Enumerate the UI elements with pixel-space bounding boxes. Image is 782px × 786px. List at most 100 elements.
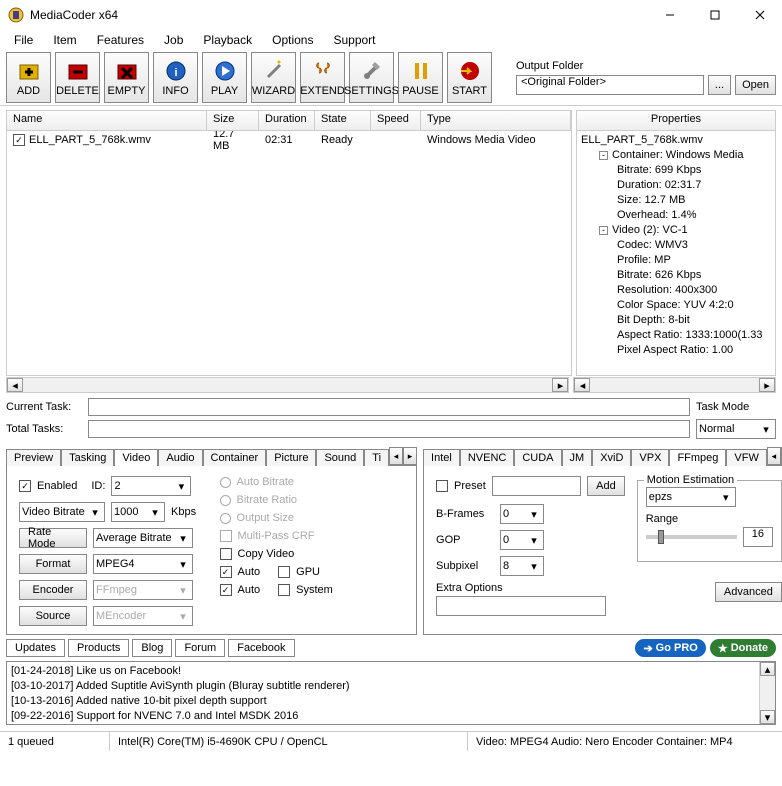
tab-scroll-left[interactable]: ◂ (389, 447, 403, 465)
donate-button[interactable]: ★Donate (710, 639, 776, 657)
tab-vfw[interactable]: VFW (726, 449, 766, 466)
gopro-button[interactable]: ➔Go PRO (635, 639, 705, 657)
link-facebook[interactable]: Facebook (228, 639, 294, 657)
tab-audio[interactable]: Audio (158, 449, 202, 466)
auto2-checkbox[interactable] (220, 584, 232, 596)
add-button[interactable]: ADD (6, 52, 51, 103)
tab-video[interactable]: Video (114, 449, 158, 466)
me-select[interactable]: epzs▾ (646, 487, 736, 507)
tree-collapse-icon[interactable]: - (599, 151, 608, 160)
wizard-button[interactable]: WIZARD (251, 52, 296, 103)
rate-mode-button[interactable]: Rate Mode (19, 528, 87, 548)
range-slider[interactable] (646, 535, 737, 539)
col-name[interactable]: Name (7, 111, 207, 130)
info-button[interactable]: iINFO (153, 52, 198, 103)
slider-thumb[interactable] (658, 530, 664, 544)
scroll-right-icon[interactable]: ▸ (552, 378, 568, 392)
tab-preview[interactable]: Preview (6, 449, 61, 466)
scroll-left-icon[interactable]: ◂ (7, 378, 23, 392)
advanced-button[interactable]: Advanced (715, 582, 782, 602)
task-mode-select[interactable]: Normal▾ (696, 419, 776, 439)
add-preset-button[interactable]: Add (587, 476, 625, 496)
open-button[interactable]: Open (735, 75, 776, 95)
preset-checkbox[interactable] (436, 480, 448, 492)
tab-container[interactable]: Container (203, 449, 267, 466)
menu-support[interactable]: Support (323, 31, 385, 49)
col-type[interactable]: Type (421, 111, 571, 130)
gpu-checkbox[interactable] (278, 566, 290, 578)
source-button[interactable]: Source (19, 606, 87, 626)
tab-intel[interactable]: Intel (423, 449, 460, 466)
list-hscroll[interactable]: ◂ ▸ (6, 377, 569, 393)
gop-select[interactable]: 0▾ (500, 530, 544, 550)
encoder-select[interactable]: FFmpeg▾ (93, 580, 193, 600)
tab-jm[interactable]: JM (562, 449, 593, 466)
preset-input[interactable] (492, 476, 581, 496)
delete-button[interactable]: DELETE (55, 52, 100, 103)
menu-options[interactable]: Options (262, 31, 323, 49)
link-products[interactable]: Products (68, 639, 129, 657)
id-select[interactable]: 2▾ (111, 476, 191, 496)
tab-tasking[interactable]: Tasking (61, 449, 114, 466)
tab-scroll-right[interactable]: ▸ (403, 447, 417, 465)
menu-playback[interactable]: Playback (193, 31, 262, 49)
minimize-button[interactable] (647, 0, 692, 30)
browse-button[interactable]: ... (708, 75, 731, 95)
close-button[interactable] (737, 0, 782, 30)
menu-file[interactable]: File (4, 31, 43, 49)
tab-scroll-left[interactable]: ◂ (767, 447, 781, 465)
menu-item[interactable]: Item (43, 31, 86, 49)
file-row[interactable]: ELL_PART_5_768k.wmv 12.7 MB 02:31 Ready … (7, 131, 571, 149)
extra-options-input[interactable] (436, 596, 606, 616)
play-button[interactable]: PLAY (202, 52, 247, 103)
scroll-right-icon[interactable]: ▸ (759, 378, 775, 392)
output-folder-input[interactable]: <Original Folder> (516, 75, 704, 95)
tab-ffmpeg[interactable]: FFmpeg (669, 449, 726, 466)
prop-video[interactable]: -Video (2): VC-1 (581, 223, 771, 238)
tab-xvid[interactable]: XviD (592, 449, 631, 466)
file-checkbox[interactable] (13, 134, 25, 146)
extend-button[interactable]: EXTEND (300, 52, 345, 103)
tab-picture[interactable]: Picture (266, 449, 316, 466)
scroll-left-icon[interactable]: ◂ (574, 378, 590, 392)
copy-video-checkbox[interactable] (220, 548, 232, 560)
format-button[interactable]: Format (19, 554, 87, 574)
encoder-button[interactable]: Encoder (19, 580, 87, 600)
link-updates[interactable]: Updates (6, 639, 65, 657)
col-state[interactable]: State (315, 111, 371, 130)
enabled-checkbox[interactable] (19, 480, 31, 492)
rate-mode-select[interactable]: Average Bitrate▾ (93, 528, 193, 548)
link-blog[interactable]: Blog (132, 639, 172, 657)
props-hscroll[interactable]: ◂ ▸ (573, 377, 776, 393)
settings-button[interactable]: SETTINGS (349, 52, 394, 103)
source-select[interactable]: MEncoder▾ (93, 606, 193, 626)
bitrate-value-select[interactable]: 1000▾ (111, 502, 165, 522)
pause-button[interactable]: PAUSE (398, 52, 443, 103)
empty-button[interactable]: EMPTY (104, 52, 149, 103)
tab-nvenc[interactable]: NVENC (460, 449, 515, 466)
col-size[interactable]: Size (207, 111, 259, 130)
bitrate-mode-select[interactable]: Video Bitrate▾ (19, 502, 105, 522)
subpixel-select[interactable]: 8▾ (500, 556, 544, 576)
menu-job[interactable]: Job (154, 31, 193, 49)
tab-sound[interactable]: Sound (316, 449, 364, 466)
prop-container[interactable]: -Container: Windows Media (581, 148, 771, 163)
scroll-down-icon[interactable]: ▾ (760, 710, 775, 724)
col-speed[interactable]: Speed (371, 111, 421, 130)
start-button[interactable]: START (447, 52, 492, 103)
scroll-up-icon[interactable]: ▴ (760, 662, 775, 676)
log-vscroll[interactable]: ▴ ▾ (759, 662, 775, 724)
prop-file[interactable]: ELL_PART_5_768k.wmv (581, 133, 771, 148)
system-checkbox[interactable] (278, 584, 290, 596)
format-select[interactable]: MPEG4▾ (93, 554, 193, 574)
tree-collapse-icon[interactable]: - (599, 226, 608, 235)
menu-features[interactable]: Features (87, 31, 154, 49)
tab-cuda[interactable]: CUDA (514, 449, 561, 466)
link-forum[interactable]: Forum (175, 639, 225, 657)
tab-time[interactable]: Ti (364, 449, 389, 466)
tab-vpx[interactable]: VPX (631, 449, 669, 466)
bframes-select[interactable]: 0▾ (500, 504, 544, 524)
maximize-button[interactable] (692, 0, 737, 30)
col-duration[interactable]: Duration (259, 111, 315, 130)
auto-checkbox[interactable] (220, 566, 232, 578)
